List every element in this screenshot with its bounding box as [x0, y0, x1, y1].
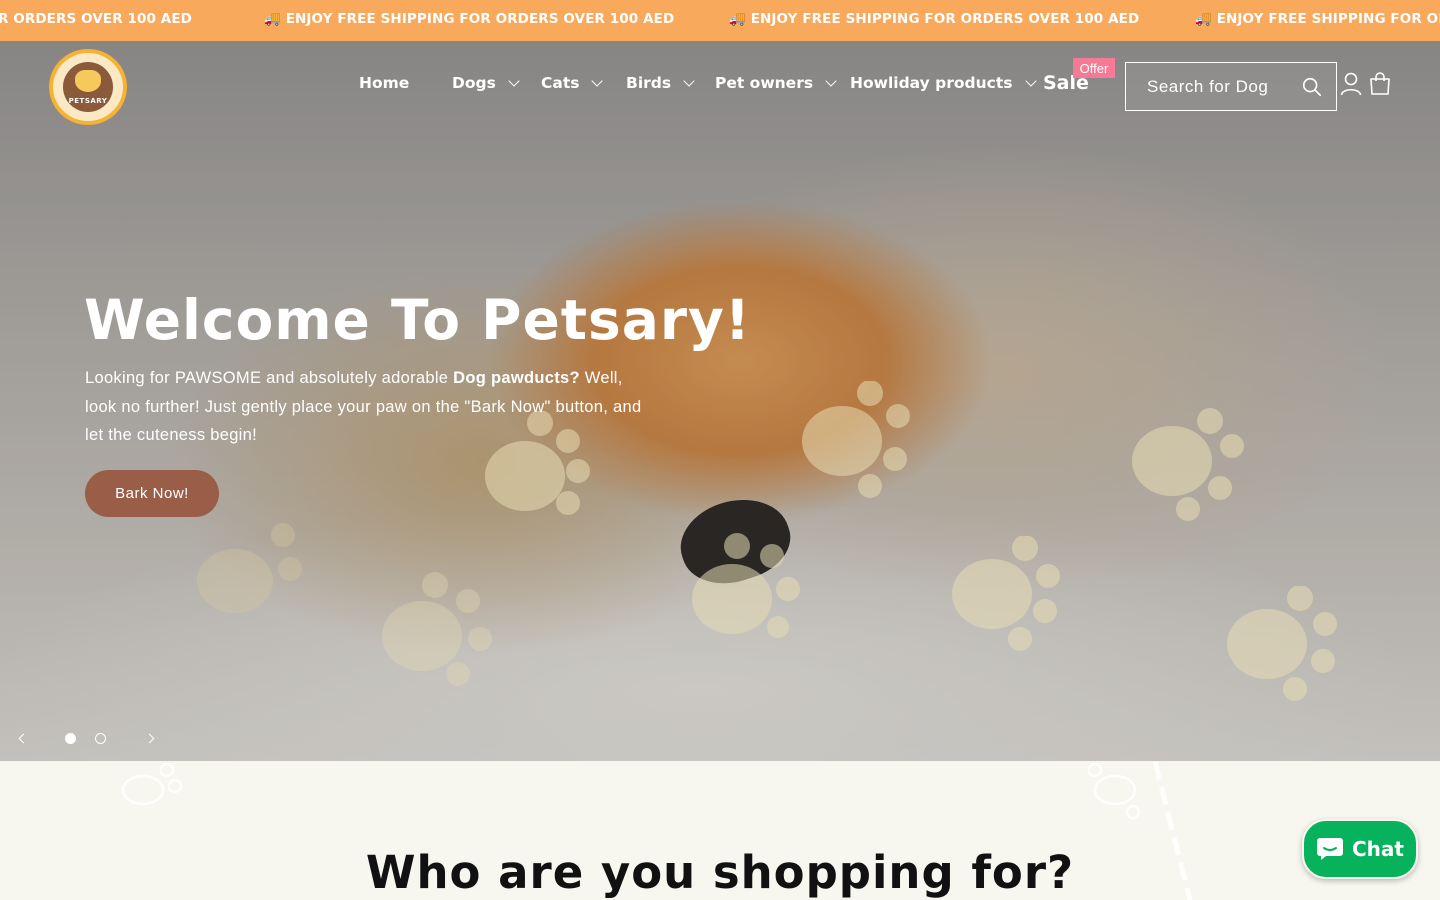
slide-dot-1[interactable] — [65, 733, 76, 744]
cart-icon[interactable] — [1369, 72, 1391, 96]
chat-bubble-icon — [1317, 838, 1343, 860]
chevron-down-icon — [825, 75, 837, 87]
nav-item-label: Dogs — [452, 74, 496, 92]
nav-item-label: Pet owners — [715, 74, 814, 92]
paw-outline-icon — [121, 762, 183, 806]
paw-print-icon — [1225, 586, 1345, 706]
nav-item-label: Howliday products — [850, 74, 1013, 92]
nav-item-cats[interactable]: Cats — [541, 74, 604, 92]
paw-print-icon — [195, 521, 315, 631]
paw-print-icon — [1130, 406, 1250, 526]
paw-print-icon — [800, 381, 920, 501]
chevron-down-icon — [1024, 75, 1037, 87]
nav-item-howliday-products[interactable]: Howliday products — [850, 74, 1037, 92]
slide-next-button[interactable] — [144, 732, 158, 746]
nav-item-pet-owners[interactable]: Pet owners — [715, 74, 837, 92]
hero-title: Welcome To Petsary! — [84, 288, 751, 352]
announcement-text: 🚚 ENJOY FREE SHIPPING FOR ORDERS OVER 10… — [264, 11, 675, 27]
announcement-text: R ORDERS OVER 100 AED — [0, 11, 192, 27]
paw-print-icon — [950, 536, 1070, 656]
chevron-down-icon — [508, 75, 520, 87]
logo-text: PETSARY — [68, 97, 108, 105]
nav-item-home[interactable]: Home — [359, 74, 409, 92]
announcement-text: 🚚 ENJOY FREE SHIPPING FOR ORDERS OVER 10… — [729, 11, 1140, 27]
nav-item-birds[interactable]: Birds — [626, 74, 695, 92]
logo[interactable]: PETSARY — [49, 49, 127, 125]
chat-label: Chat — [1352, 837, 1404, 861]
hero-description: Looking for PAWSOME and absolutely adora… — [85, 369, 642, 444]
slide-dot-2[interactable] — [95, 733, 106, 744]
section-title: Who are you shopping for? — [365, 846, 1075, 899]
nav-item-label: Birds — [626, 74, 672, 92]
search-box — [1125, 62, 1337, 111]
announcement-bar: R ORDERS OVER 100 AED 🚚 ENJOY FREE SHIPP… — [0, 0, 1440, 41]
chevron-down-icon — [591, 75, 604, 87]
search-icon[interactable] — [1301, 76, 1323, 98]
account-icon[interactable] — [1340, 72, 1362, 96]
nav-item-label: Home — [359, 74, 410, 92]
chat-button[interactable]: Chat — [1302, 819, 1418, 879]
bark-now-button[interactable]: Bark Now! — [85, 470, 219, 517]
nav-item-label: Cats — [541, 74, 580, 92]
paw-print-icon — [690, 531, 810, 641]
slide-prev-button[interactable] — [16, 732, 30, 746]
nav-item-dogs[interactable]: Dogs — [452, 74, 520, 92]
chevron-down-icon — [683, 75, 695, 87]
announcement-text: 🚚 ENJOY FREE SHIPPING FOR ORDE — [1195, 11, 1440, 27]
paw-print-icon — [380, 571, 500, 691]
paw-outline-icon — [1087, 762, 1141, 820]
search-input[interactable] — [1126, 63, 1296, 110]
offer-badge: Offer — [1073, 58, 1115, 78]
